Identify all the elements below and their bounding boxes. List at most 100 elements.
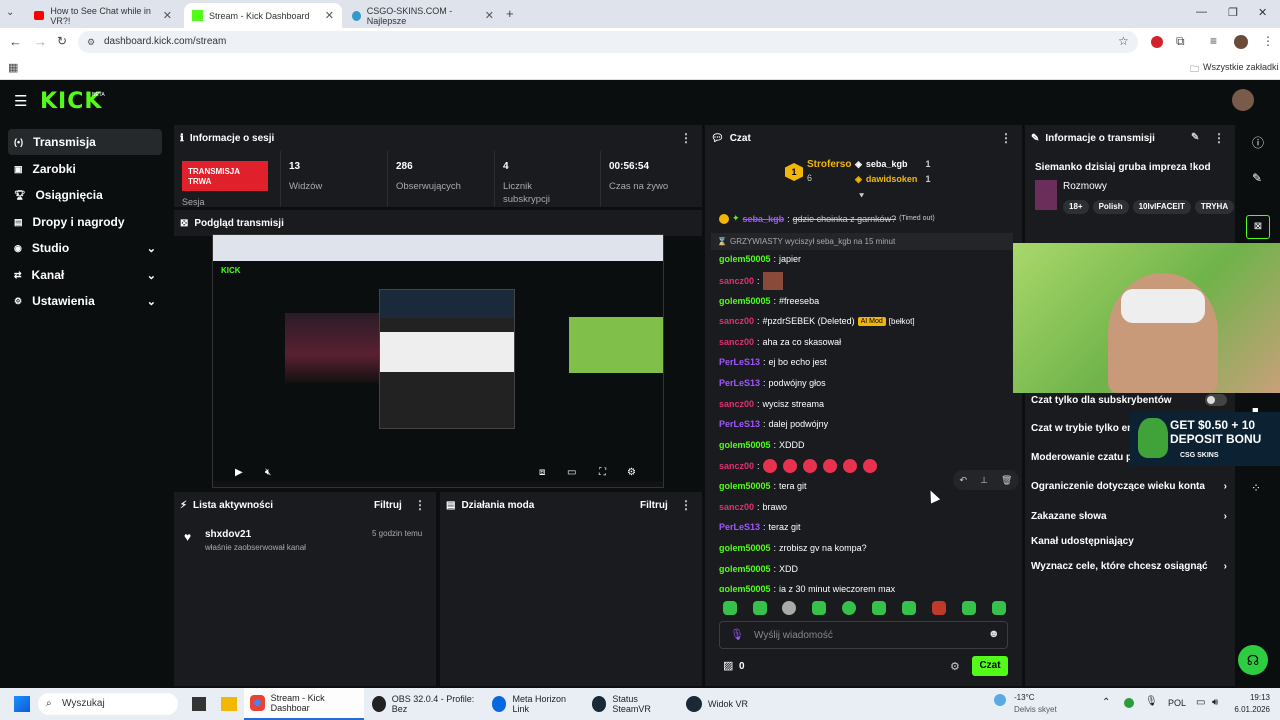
url-field[interactable]: ⚙ dashboard.kick.com/stream: [78, 31, 1138, 53]
network-icon[interactable]: ▭: [1196, 697, 1205, 708]
chat-username[interactable]: sancz00: [719, 316, 754, 326]
delete-icon[interactable]: 🗑︎: [1001, 475, 1012, 486]
taskbar-app-obs[interactable]: OBS 32.0.4 - Profile: Bez: [366, 688, 484, 720]
emote-9[interactable]: [962, 601, 976, 615]
hamburger-menu-icon[interactable]: ☰: [14, 92, 27, 110]
play-icon[interactable]: ▶: [235, 467, 243, 478]
clock-time[interactable]: 19:13: [1240, 693, 1270, 702]
mute-icon[interactable]: 🔇︎: [265, 467, 271, 478]
leader-name[interactable]: seba_kgb: [866, 159, 908, 170]
tray-app-icon[interactable]: [1124, 698, 1134, 708]
reload-icon[interactable]: ↻: [57, 34, 67, 48]
more-options-icon[interactable]: ⋮: [1213, 131, 1225, 145]
profile-avatar[interactable]: [1234, 35, 1248, 49]
activity-user[interactable]: shxdov21: [205, 529, 251, 540]
clock-date[interactable]: 6.01.2026: [1226, 705, 1270, 714]
chat-username[interactable]: PerLeS13: [719, 378, 760, 388]
close-icon[interactable]: ✕: [485, 9, 494, 22]
fullscreen-icon[interactable]: ⛶: [599, 467, 606, 478]
site-info-icon[interactable]: ⚙: [87, 31, 95, 53]
emote-5[interactable]: [842, 601, 856, 615]
points-icon[interactable]: ▨: [723, 659, 733, 672]
browser-menu-icon[interactable]: ⋮: [1262, 34, 1274, 48]
sidebar-item-transmisja[interactable]: (•) Transmisja: [8, 129, 162, 155]
filter-button[interactable]: Filtruj: [640, 500, 668, 511]
file-explorer-icon[interactable]: [221, 697, 237, 711]
tab-youtube[interactable]: How to See Chat while in VR?! ✕: [26, 3, 180, 28]
opera-extension-icon[interactable]: [1151, 36, 1163, 48]
maximize-button[interactable]: ❐: [1228, 6, 1238, 19]
more-options-icon[interactable]: ⋮: [680, 131, 692, 145]
tab-search-icon[interactable]: ⌄: [6, 7, 14, 18]
send-chat-button[interactable]: Czat: [972, 656, 1008, 676]
back-icon[interactable]: ←: [9, 34, 22, 49]
tray-chevron-icon[interactable]: ⌃: [1102, 697, 1110, 708]
tag[interactable]: 18+: [1063, 200, 1089, 214]
tag[interactable]: 10lvlFACEIT: [1132, 200, 1191, 214]
more-options-icon[interactable]: ⋮: [1000, 131, 1012, 145]
more-options-icon[interactable]: ⋮: [680, 498, 692, 512]
chat-username[interactable]: PerLeS13: [719, 419, 760, 429]
task-view-icon[interactable]: [192, 697, 206, 711]
tag[interactable]: TRYHA: [1194, 200, 1235, 214]
chat-username[interactable]: PerLeS13: [719, 357, 760, 367]
chat-settings-icon[interactable]: ⚙: [950, 660, 960, 673]
taskbar-app-chrome[interactable]: Stream - Kick Dashboar: [244, 688, 364, 720]
theater-icon[interactable]: ▭: [567, 467, 576, 478]
expand-leaderboard-icon[interactable]: ⯆: [858, 191, 865, 202]
microphone-icon[interactable]: 🎙︎: [730, 628, 744, 641]
setting-account-age[interactable]: Ograniczenie dotyczące wieku konta ›: [1031, 481, 1227, 492]
emote-2[interactable]: [753, 601, 767, 615]
chat-username[interactable]: sancz00: [719, 461, 754, 471]
leader-name[interactable]: Stroferso: [807, 159, 851, 170]
bookmark-star-icon[interactable]: ☆: [1118, 34, 1129, 48]
chat-username[interactable]: sancz00: [719, 276, 754, 286]
edit-icon[interactable]: ✎: [1191, 132, 1199, 143]
chat-username[interactable]: sancz00: [719, 502, 754, 512]
apps-grid-icon[interactable]: ▦: [8, 61, 18, 74]
reply-icon[interactable]: ↶: [960, 475, 968, 486]
chat-username[interactable]: PerLeS13: [719, 522, 760, 532]
sidebar-item-osiagniecia[interactable]: 🏆︎ Osiągnięcia: [8, 182, 162, 208]
chat-username[interactable]: seba_kgb: [743, 214, 785, 224]
emote-6[interactable]: [872, 601, 886, 615]
edit-rail-icon[interactable]: ✎: [1252, 171, 1262, 185]
settings-icon[interactable]: ⚙: [627, 467, 636, 478]
microphone-tray-icon[interactable]: 🎙︎: [1145, 696, 1158, 707]
subscriber-chat-toggle[interactable]: [1205, 394, 1227, 406]
chat-username[interactable]: golem50005: [719, 296, 771, 306]
user-avatar[interactable]: [1232, 89, 1254, 111]
windows-start-icon[interactable]: [14, 696, 30, 712]
extensions-icon[interactable]: ⧉: [1176, 34, 1185, 49]
filter-button[interactable]: Filtruj: [374, 500, 402, 511]
info-rail-icon[interactable]: ⓘ: [1252, 134, 1264, 151]
taskbar-app-vr-view[interactable]: Widok VR: [680, 688, 754, 720]
pin-icon[interactable]: ⊥: [980, 475, 988, 486]
support-headset-icon[interactable]: ☊: [1238, 645, 1268, 675]
chat-username[interactable]: sancz00: [719, 399, 754, 409]
more-options-icon[interactable]: ⋮: [414, 498, 426, 512]
emoji-icon[interactable]: ☻: [988, 628, 1000, 640]
emote-8[interactable]: [932, 601, 946, 615]
sidebar-item-ustawienia[interactable]: ⚙ Ustawienia ⌄: [8, 288, 162, 314]
setting-host-channel[interactable]: Kanał udostępniający: [1031, 536, 1227, 547]
chat-username[interactable]: golem50005: [719, 564, 771, 574]
window-close-button[interactable]: ✕: [1258, 6, 1267, 19]
chat-username[interactable]: golem50005: [719, 481, 771, 491]
pip-icon[interactable]: ⧈: [539, 467, 545, 478]
category-name[interactable]: Rozmowy: [1063, 181, 1107, 192]
close-icon[interactable]: ✕: [325, 9, 334, 22]
apps-rail-icon[interactable]: ⁘: [1251, 481, 1261, 495]
tab-kick-dashboard[interactable]: Stream - Kick Dashboard ✕: [184, 3, 342, 28]
taskbar-app-meta[interactable]: Meta Horizon Link: [486, 688, 584, 720]
sidebar-item-dropy[interactable]: ▤ Dropy i nagrody: [8, 209, 162, 235]
new-tab-button[interactable]: +: [506, 6, 514, 21]
tab-csgo-skins[interactable]: CSGO-SKINS.COM - Najlepsze ✕: [344, 3, 502, 28]
media-icon[interactable]: ≡: [1210, 34, 1217, 48]
tag[interactable]: Polish: [1092, 200, 1129, 214]
sidebar-item-studio[interactable]: ◉ Studio ⌄: [8, 235, 162, 261]
chat-input[interactable]: 🎙︎ Wyślij wiadomość ☻: [719, 621, 1008, 649]
minimize-button[interactable]: —: [1196, 6, 1207, 18]
sidebar-item-kanal[interactable]: ⇄ Kanał ⌄: [8, 262, 162, 288]
close-icon[interactable]: ✕: [163, 9, 172, 22]
